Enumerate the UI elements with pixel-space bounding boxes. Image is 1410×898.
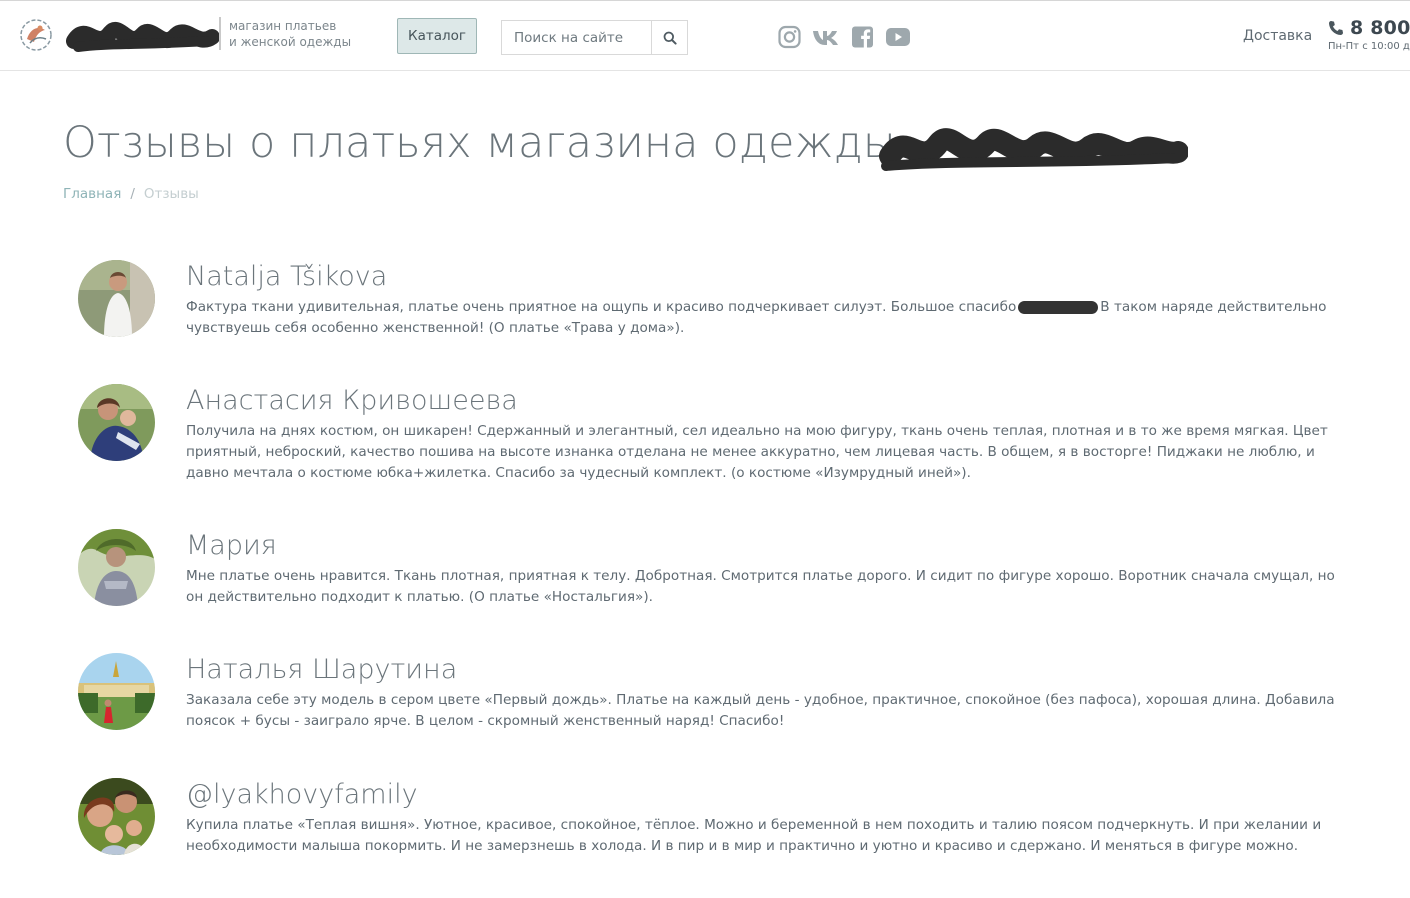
review-text: Получила на днях костюм, он шикарен! Сде… — [186, 423, 1328, 481]
page-title: Отзывы о платьях магазина одежды — [63, 118, 896, 168]
reviewer-name: Анастасия Кривошеева — [186, 385, 518, 416]
search-icon — [663, 31, 677, 45]
site-header: магазин платьев и женской одежды Каталог — [0, 0, 1410, 71]
breadcrumb: Главная / Отзывы — [63, 186, 199, 202]
avatar — [78, 260, 155, 337]
review-text: Мне платье очень нравится. Ткань плотная… — [186, 568, 1335, 605]
phone-icon — [1329, 21, 1343, 35]
catalog-button[interactable]: Каталог — [397, 18, 477, 54]
logo-mark-icon — [20, 19, 52, 51]
redaction-mark — [1018, 300, 1099, 314]
search-input[interactable] — [502, 21, 651, 54]
site-logo[interactable] — [18, 15, 220, 57]
page: магазин платьев и женской одежды Каталог — [0, 0, 1410, 898]
phone-number[interactable]: 8 800 — [1350, 17, 1410, 39]
reviewer-name: Natalja Tšikova — [186, 261, 388, 292]
breadcrumb-current: Отзывы — [143, 186, 199, 202]
logo-redaction — [66, 22, 220, 52]
review-text-part-1: Фактура ткани удивительная, платье очень… — [186, 299, 1017, 315]
phone-hours: Пн-Пт с 10:00 д — [1328, 41, 1410, 52]
site-tagline: магазин платьев и женской одежды — [229, 18, 379, 50]
review-text: Фактура ткани удивительная, платье очень… — [186, 297, 1336, 339]
review-text: Заказала себе эту модель в сером цвете «… — [186, 692, 1335, 729]
reviewer-name: Мария — [186, 530, 277, 561]
avatar — [78, 778, 155, 855]
social-links — [777, 25, 911, 51]
reviewer-name: Наталья Шарутина — [186, 654, 458, 685]
avatar — [78, 529, 155, 606]
site-search — [501, 20, 688, 55]
title-redaction — [879, 128, 1188, 171]
reviewer-name: @lyakhovyfamily — [186, 779, 418, 810]
phone-block: 8 800 Пн-Пт с 10:00 д — [1328, 17, 1410, 52]
breadcrumb-separator: / — [130, 186, 135, 202]
tagline-line-1: магазин платьев — [229, 19, 337, 33]
youtube-icon[interactable] — [885, 25, 911, 49]
delivery-link[interactable]: Доставка — [1243, 28, 1312, 44]
tagline-line-2: и женской одежды — [229, 35, 352, 49]
logo-divider — [219, 17, 221, 50]
search-button[interactable] — [651, 21, 687, 54]
avatar — [78, 384, 155, 461]
avatar — [78, 653, 155, 730]
vk-icon[interactable] — [812, 25, 840, 49]
review-text: Купила платье «Теплая вишня». Уютное, кр… — [186, 817, 1322, 854]
instagram-icon[interactable] — [777, 25, 802, 49]
breadcrumb-home-link[interactable]: Главная — [63, 186, 121, 202]
facebook-icon[interactable] — [850, 25, 875, 49]
